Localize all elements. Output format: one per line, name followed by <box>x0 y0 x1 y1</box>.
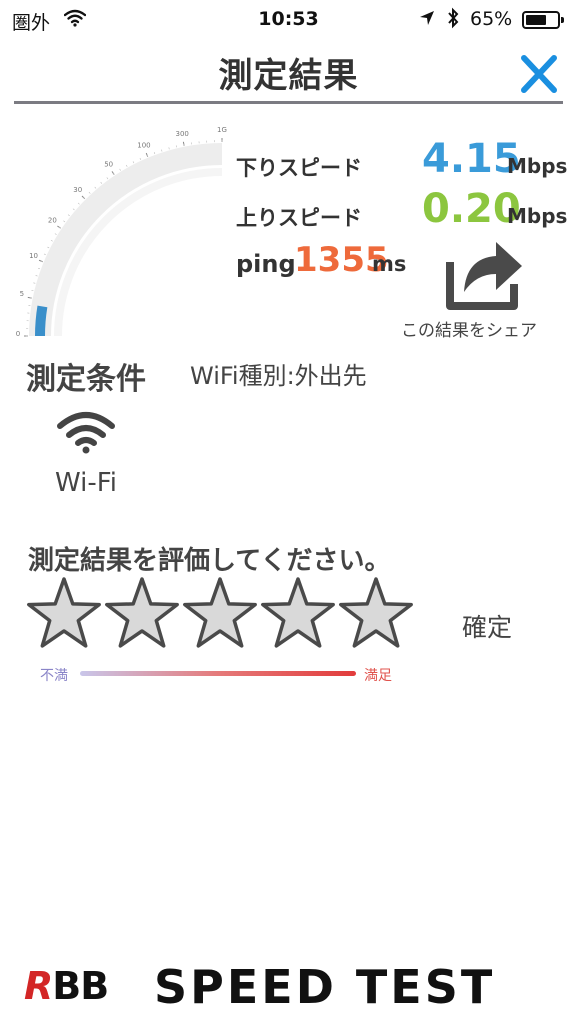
rating-prompt: 測定結果を評価してください。 <box>28 546 391 576</box>
gauge-minor-tick <box>94 186 97 189</box>
rating-star[interactable] <box>104 576 180 652</box>
gauge-minor-tick <box>54 233 57 235</box>
page-title: 測定結果 <box>218 56 359 96</box>
wifi-type-text: WiFi種別:外出先 <box>190 362 367 390</box>
battery-percent: 65% <box>470 8 513 30</box>
battery-icon <box>522 11 564 29</box>
scale-high-label: 満足 <box>364 668 392 684</box>
upload-unit: Mbps <box>507 204 568 228</box>
gauge-tick-label: 100 <box>137 142 150 150</box>
gauge-tick-label: 1G <box>217 126 227 134</box>
app-logo: RBB SPEED TEST <box>24 960 554 1014</box>
gauge-tick-label: 30 <box>73 186 82 194</box>
gauge-minor-tick <box>161 149 163 152</box>
download-label: 下りスピード <box>236 156 362 180</box>
gauge-minor-tick <box>168 147 170 150</box>
gauge-tick-label: 0 <box>16 330 20 338</box>
header-divider <box>14 101 563 104</box>
download-unit: Mbps <box>507 154 568 178</box>
speed-gauge: 0 5 10 20 30 50 100 300 1G <box>16 126 227 338</box>
gauge-minor-tick <box>63 220 66 223</box>
close-icon <box>521 55 557 93</box>
gauge-minor-tick <box>77 202 80 205</box>
conditions-title: 測定条件 <box>26 362 146 397</box>
share-icon <box>446 242 522 310</box>
upload-label: 上りスピード <box>236 206 362 230</box>
gauge-minor-tick <box>88 191 91 194</box>
gauge-value-arc <box>35 305 48 337</box>
gauge-minor-tick <box>33 282 36 284</box>
upload-value: 0.20 <box>422 186 521 232</box>
gauge-minor-tick <box>38 267 41 270</box>
rating-star[interactable] <box>338 576 414 652</box>
gauge-minor-tick <box>139 157 142 160</box>
status-bar: 圏外 10:53 65% <box>0 0 577 40</box>
gauge-tick-label: 50 <box>104 160 113 168</box>
gauge-minor-tick <box>72 208 75 211</box>
network-type-label: Wi-Fi <box>54 468 118 498</box>
wifi-icon <box>57 412 115 454</box>
gauge-minor-tick <box>43 253 46 256</box>
gauge-tick-label: 5 <box>20 290 24 298</box>
gauge-minor-tick <box>67 214 70 217</box>
gauge-tick-label: 20 <box>48 217 57 225</box>
satisfaction-scale-bar <box>80 671 356 676</box>
close-button[interactable] <box>515 52 563 96</box>
speed-test-wordmark: SPEED TEST <box>154 960 496 1014</box>
confirm-button[interactable]: 確定 <box>452 608 522 644</box>
share-label: この結果をシェア <box>401 321 537 341</box>
rating-star[interactable] <box>26 576 102 652</box>
gauge-minor-tick <box>47 246 50 249</box>
gauge-tick-label: 10 <box>29 252 38 260</box>
battery-level <box>526 15 546 25</box>
gauge-minor-tick <box>119 168 121 171</box>
gauge-minor-tick <box>35 275 38 277</box>
rating-star[interactable] <box>260 576 336 652</box>
gauge-minor-tick <box>100 181 103 184</box>
gauge-minor-tick <box>132 161 135 164</box>
location-arrow-icon <box>418 9 436 32</box>
gauge-minor-tick <box>125 164 128 167</box>
gauge-minor-tick <box>106 177 109 180</box>
download-value: 4.15 <box>422 136 521 182</box>
gauge-minor-tick <box>153 152 156 155</box>
star-rating <box>26 576 416 656</box>
gauge-minor-tick <box>50 239 53 242</box>
gauge-tick-label: 300 <box>176 130 189 138</box>
gauge-track <box>29 143 223 337</box>
rbb-logo: RBB <box>24 964 109 1008</box>
share-button[interactable]: この結果をシェア <box>384 232 554 344</box>
rating-star[interactable] <box>182 576 258 652</box>
bluetooth-icon <box>446 7 460 34</box>
ping-label: ping <box>236 250 296 278</box>
scale-low-label: 不満 <box>40 668 68 684</box>
